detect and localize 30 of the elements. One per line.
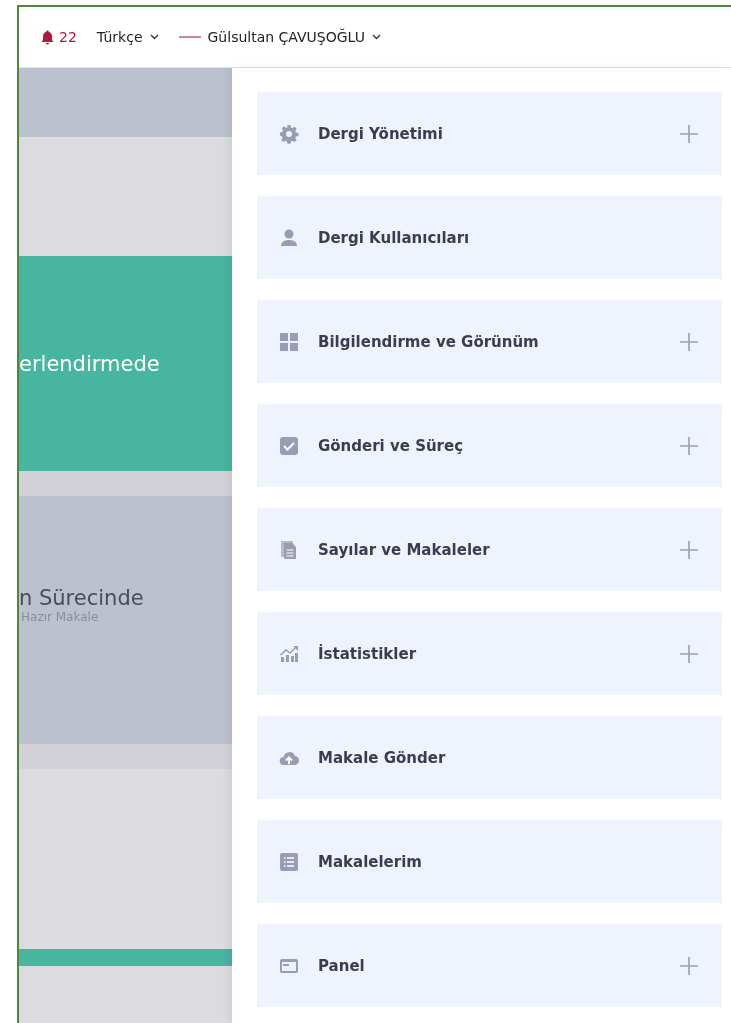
plus-icon[interactable]	[678, 434, 700, 457]
menu-item[interactable]: İstatistikler	[257, 612, 722, 695]
user-dropdown[interactable]: Gülsultan ÇAVUŞOĞLU	[178, 29, 381, 45]
menu-item[interactable]: Panel	[257, 924, 722, 1007]
user-icon	[279, 227, 299, 248]
plus-icon[interactable]	[678, 330, 700, 353]
list-icon	[279, 851, 299, 872]
plus-icon[interactable]	[678, 122, 700, 145]
menu-item[interactable]: Dergi Kullanıcıları	[257, 196, 722, 279]
menu-item[interactable]: Makalelerim	[257, 820, 722, 903]
language-dropdown[interactable]: Türkçe	[96, 29, 159, 45]
plus-icon[interactable]	[678, 954, 700, 977]
plus-icon[interactable]	[678, 538, 700, 561]
menu-item[interactable]: Dergi Yönetimi	[257, 92, 722, 175]
card-title: erlendirmede	[19, 351, 161, 376]
settings-icon	[279, 123, 299, 144]
menu-item[interactable]: Makale Gönder	[257, 716, 722, 799]
chart-icon	[279, 643, 299, 664]
document-icon	[279, 539, 299, 560]
plus-icon[interactable]	[678, 642, 700, 665]
chevron-down-icon	[371, 34, 381, 40]
card-title: n Sürecinde	[19, 586, 145, 610]
bell-icon	[41, 29, 54, 45]
grid-icon	[279, 331, 299, 352]
menu-item[interactable]: Gönderi ve Süreç	[257, 404, 722, 487]
chevron-down-icon	[149, 34, 159, 40]
checkbox-icon	[279, 435, 299, 456]
menu-item[interactable]: Bilgilendirme ve Görünüm	[257, 300, 722, 383]
menu-item[interactable]: Sayılar ve Makaleler	[257, 508, 722, 591]
notification-button[interactable]: 22	[41, 29, 77, 45]
